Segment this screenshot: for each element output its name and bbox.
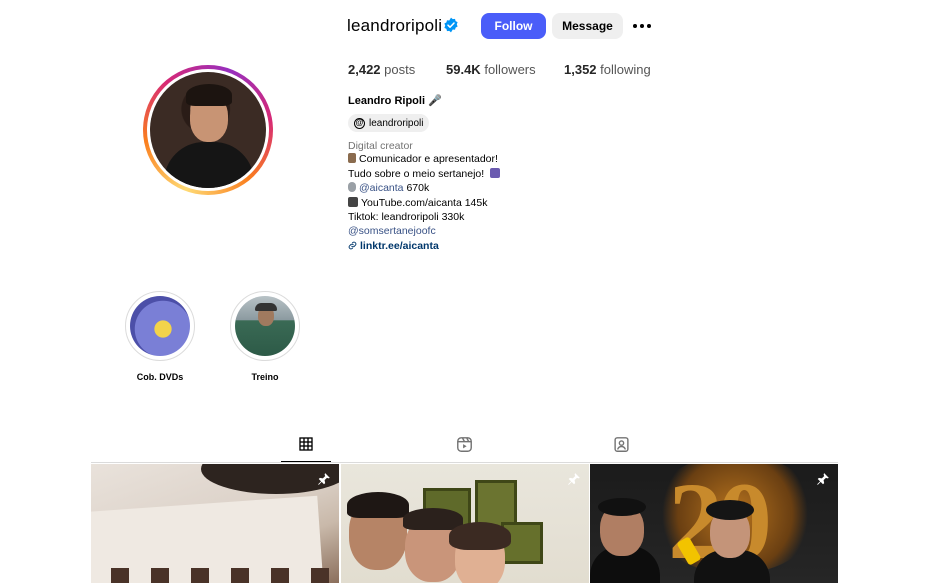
somsertanejoofc-mention-link[interactable]: @somsertanejoofc (348, 225, 436, 237)
bio-line: Tiktok: leandroripoli 330k (348, 211, 465, 223)
post-thumbnail[interactable] (341, 464, 589, 583)
follow-button[interactable]: Follow (481, 13, 546, 39)
profile-category: Digital creator (348, 140, 413, 152)
followers-link[interactable]: 59.4K followers (446, 62, 536, 77)
tab-tagged[interactable] (611, 434, 631, 454)
following-link[interactable]: 1,352 following (564, 62, 651, 77)
threads-link[interactable]: @ leandroripoli (348, 114, 430, 132)
pin-icon (568, 473, 580, 485)
external-link[interactable]: linktr.ee/aicanta (348, 240, 439, 252)
tagged-icon (613, 436, 629, 452)
profile-avatar[interactable] (143, 65, 273, 195)
phone-icon (348, 182, 356, 192)
pin-icon (817, 473, 829, 485)
highlight-cover-image (235, 296, 295, 356)
aicanta-mention-link[interactable]: @aicanta (359, 182, 404, 194)
tv-icon (348, 197, 358, 207)
bio-line: @somsertanejoofc (348, 225, 436, 237)
external-link-text: linktr.ee/aicanta (360, 240, 439, 252)
bio-line: @aicanta 670k (348, 182, 429, 194)
posts-count: 2,422 posts (348, 62, 415, 77)
verified-badge-icon (444, 17, 458, 33)
posts-count-value: 2,422 (348, 62, 381, 77)
avatar-photo (150, 72, 266, 188)
bio-text: Tudo sobre o meio sertanejo! (348, 168, 485, 180)
bio-line: Comunicador e apresentador! (348, 153, 498, 165)
tabs-divider (91, 462, 838, 463)
followers-count-value: 59.4K (446, 62, 481, 77)
highlight-label: Cob. DVDs (136, 372, 184, 382)
highlight-label: Treino (251, 372, 279, 382)
link-icon (348, 241, 357, 250)
tab-posts[interactable] (296, 434, 316, 454)
bio-line: Tudo sobre o meio sertanejo! (348, 168, 503, 180)
active-tab-indicator (281, 461, 331, 462)
message-button[interactable]: Message (552, 13, 623, 39)
video-camera-icon (490, 168, 501, 178)
profile-full-name: Leandro Ripoli 🎤 (348, 95, 442, 107)
microphone-icon (348, 153, 356, 163)
posts-count-label: posts (384, 62, 416, 77)
followers-count-label: followers (484, 62, 536, 77)
more-options-icon[interactable] (630, 16, 654, 36)
bio-line: YouTube.com/aicanta 145k (348, 197, 487, 209)
bio-text: Comunicador e apresentador! (359, 153, 498, 165)
highlight-treino[interactable]: Treino (229, 291, 301, 382)
reels-icon (456, 436, 472, 452)
following-count-label: following (600, 62, 651, 77)
bio-text: 670k (403, 182, 430, 194)
highlight-cob-dvds[interactable]: Cob. DVDs (124, 291, 196, 382)
bio-text: YouTube.com/aicanta 145k (361, 197, 488, 209)
pin-icon (318, 473, 330, 485)
following-count-value: 1,352 (564, 62, 597, 77)
profile-username: leandroripoli (347, 16, 443, 35)
threads-icon: @ (354, 117, 365, 129)
grid-icon (299, 437, 313, 451)
highlight-cover-image (130, 296, 190, 356)
threads-handle: leandroripoli (369, 117, 424, 129)
tab-reels[interactable] (454, 434, 474, 454)
post-thumbnail[interactable]: 20 (590, 464, 838, 583)
post-thumbnail[interactable] (91, 464, 339, 583)
